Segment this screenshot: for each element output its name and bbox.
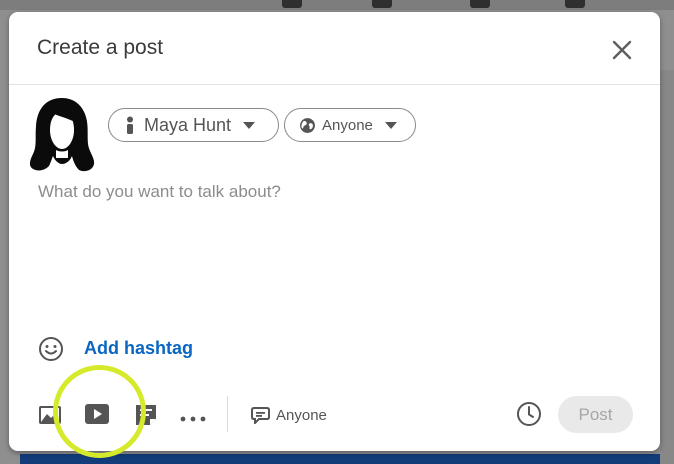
more-icon (180, 416, 206, 422)
author-name: Maya Hunt (144, 114, 232, 135)
background-nav-icon (282, 0, 302, 8)
clock-icon (517, 402, 541, 426)
background-sidebar (660, 70, 674, 464)
comment-icon (251, 406, 270, 424)
schedule-post-button[interactable] (516, 401, 542, 427)
video-icon (85, 404, 109, 424)
close-icon (612, 40, 632, 60)
create-post-dialog: Create a post Maya Hunt Anyone What do y… (9, 12, 660, 451)
comment-control-button[interactable]: Anyone (251, 404, 327, 426)
chevron-down-icon (384, 121, 397, 129)
add-hashtag-button[interactable]: Add hashtag (84, 338, 193, 359)
add-photo-button[interactable] (38, 405, 62, 430)
background-nav-icon (470, 0, 490, 8)
audience-label: Anyone (322, 116, 373, 134)
globe-icon (300, 117, 315, 133)
add-document-button[interactable] (134, 403, 158, 432)
document-icon (136, 405, 156, 425)
emoji-icon (39, 337, 63, 361)
avatar (25, 94, 99, 174)
post-button[interactable]: Post (558, 396, 633, 433)
add-video-button[interactable] (84, 403, 110, 430)
background-nav-icon (565, 0, 585, 8)
dialog-title: Create a post (37, 36, 164, 59)
comment-scope-label: Anyone (276, 406, 327, 424)
more-options-button[interactable] (179, 410, 207, 428)
photo-icon (39, 406, 61, 424)
post-text-input[interactable] (38, 182, 638, 322)
toolbar-divider (227, 396, 228, 432)
background-nav-bar (0, 0, 674, 10)
emoji-button[interactable] (38, 336, 64, 362)
chevron-down-icon (243, 121, 256, 129)
close-button[interactable] (608, 36, 636, 64)
dialog-header: Create a post (9, 12, 660, 85)
person-icon (127, 116, 133, 134)
background-nav-icon (372, 0, 392, 8)
background-content (20, 454, 660, 464)
author-selector[interactable]: Maya Hunt (108, 108, 279, 142)
audience-selector[interactable]: Anyone (284, 108, 416, 142)
